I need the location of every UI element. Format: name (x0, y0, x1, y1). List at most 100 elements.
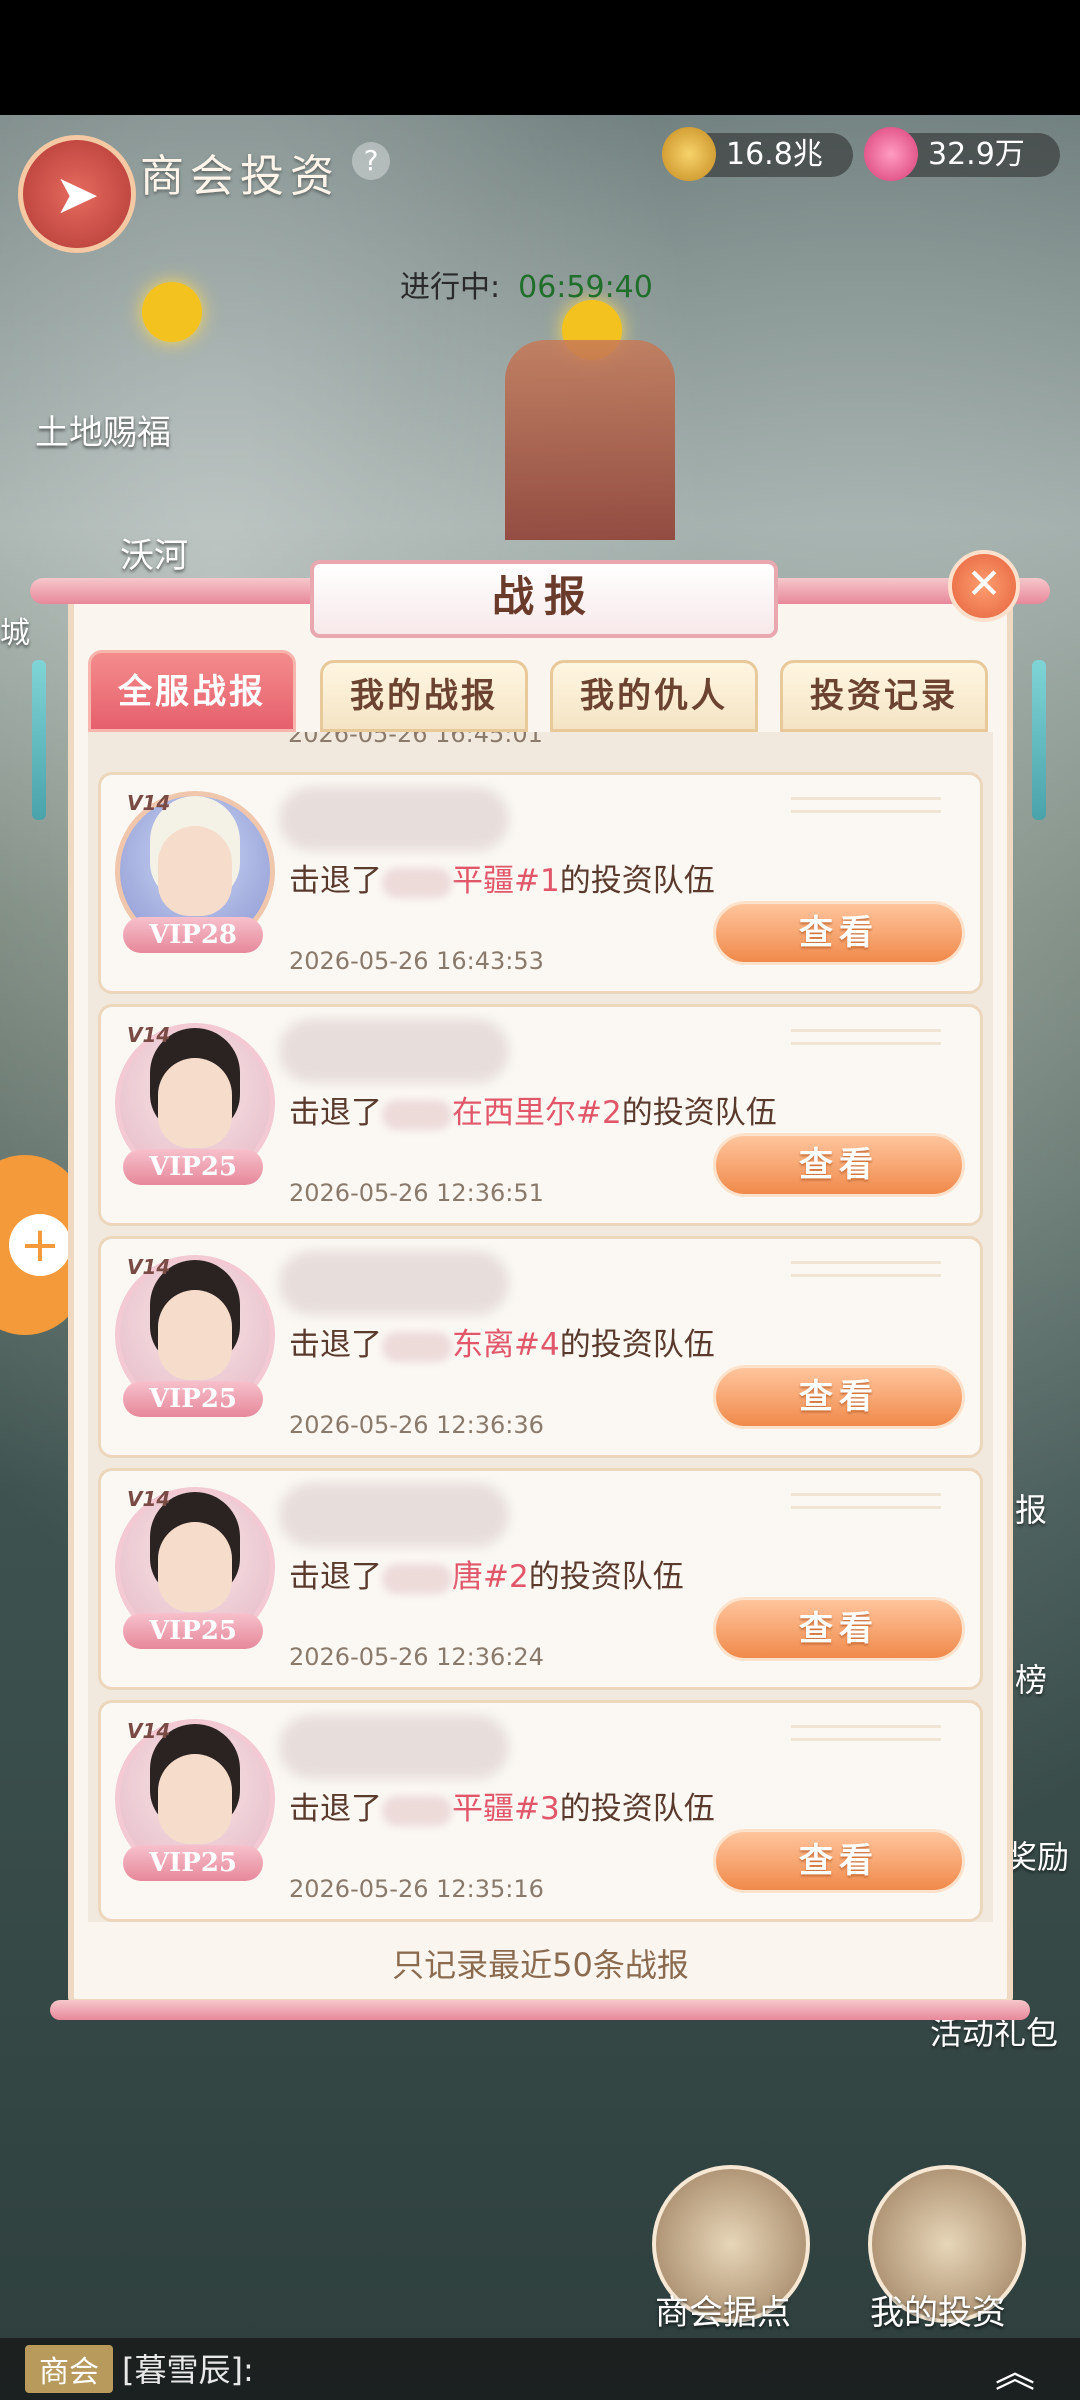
report-tabs: 全服战报 我的战报 我的仇人 投资记录 (88, 650, 993, 732)
redacted-name (382, 1099, 452, 1130)
message-prefix: 击退了 (289, 863, 382, 899)
report-card: V14 VIP25 击退了 平疆#3的投资队伍 2026-05-26 12:35:… (98, 1700, 983, 1922)
side-label-reward[interactable]: 奖励 (1005, 1832, 1069, 1878)
target-name: 平疆#3 (452, 1791, 560, 1827)
player-name-blurred (279, 1715, 509, 1779)
avatar-face (158, 1058, 232, 1148)
message-prefix: 击退了 (289, 1327, 382, 1363)
report-card: V14 VIP25 击退了 在西里尔#2的投资队伍 2026-05-26 12:3… (98, 1004, 983, 1226)
avatar-face (158, 1290, 232, 1380)
sun-icon (142, 282, 202, 342)
chat-message: [暮雪辰]: (122, 2351, 254, 2389)
message-suffix: 的投资队伍 (559, 863, 715, 899)
vip-badge: VIP25 (123, 1845, 263, 1881)
target-name: 东离#4 (452, 1327, 560, 1363)
decoration-line (791, 1725, 941, 1741)
list-footer-note: 只记录最近50条战报 (392, 1946, 689, 1984)
tassel-decoration (32, 660, 46, 820)
coin-value: 16.8兆 (726, 137, 823, 172)
view-button[interactable]: 查看 (713, 1133, 965, 1197)
countdown-timer: 06:59:40 (518, 270, 653, 305)
view-button[interactable]: 查看 (713, 901, 965, 965)
plus-icon: + (9, 1214, 71, 1276)
tab-investment-records[interactable]: 投资记录 (780, 660, 988, 732)
chat-channel-tag[interactable]: 商会 (25, 2345, 113, 2393)
redacted-name (382, 867, 452, 898)
tab-my-reports[interactable]: 我的战报 (320, 660, 528, 732)
back-arrow-icon[interactable]: ➤ (18, 135, 136, 253)
avatar-face (158, 826, 232, 916)
vip-badge: VIP25 (123, 1381, 263, 1417)
tab-my-enemies[interactable]: 我的仇人 (550, 660, 758, 732)
avatar-face (158, 1522, 232, 1612)
message-prefix: 击退了 (289, 1791, 382, 1827)
partial-time: 2026-05-26 16:45:01 (288, 732, 543, 748)
message-suffix: 的投资队伍 (621, 1095, 777, 1131)
player-name-blurred (279, 787, 509, 851)
chevron-up-icon[interactable]: ︽ (995, 2340, 1035, 2398)
report-time: 2026-05-26 12:36:24 (289, 1643, 544, 1671)
coin-icon (662, 127, 716, 181)
vip-level-tag: V14 (127, 791, 171, 815)
vip-level-tag: V14 (127, 1487, 171, 1511)
modal-title: 战报 (310, 560, 778, 638)
message-suffix: 的投资队伍 (559, 1327, 715, 1363)
help-icon[interactable]: ? (352, 142, 390, 180)
message-prefix: 击退了 (289, 1559, 382, 1595)
status-label: 进行中: 06:59:40 (400, 262, 653, 306)
decoration-line (791, 1261, 941, 1277)
decoration-line (791, 797, 941, 813)
scroll-rod-bottom (50, 2000, 1030, 2020)
report-card: V14 VIP25 击退了 东离#4的投资队伍 2026-05-26 12:36:… (98, 1236, 983, 1458)
gem-icon (864, 127, 918, 181)
target-name: 平疆#1 (452, 863, 560, 899)
report-list[interactable]: 2026-05-26 16:45:01 V14 VIP28 击退了 平疆#1的投资… (88, 732, 993, 1922)
side-label-bang[interactable]: 榜 (1015, 1655, 1047, 1701)
vip-badge: VIP25 (123, 1149, 263, 1185)
target-name: 唐#2 (452, 1559, 529, 1595)
report-message: 击退了 平疆#3的投资队伍 (289, 1783, 715, 1828)
report-time: 2026-05-26 16:43:53 (289, 947, 544, 975)
vip-level-tag: V14 (127, 1719, 171, 1743)
system-status-bar (0, 0, 1080, 115)
view-button[interactable]: 查看 (713, 1365, 965, 1429)
my-investment-label: 我的投资 (870, 2293, 1006, 2333)
report-card: V14 VIP25 击退了 唐#2的投资队伍 2026-05-26 12:36:2… (98, 1468, 983, 1690)
avatar-face (158, 1754, 232, 1844)
coin-counter[interactable]: 16.8兆 (662, 127, 853, 181)
report-message: 击退了 在西里尔#2的投资队伍 (289, 1087, 777, 1132)
message-suffix: 的投资队伍 (528, 1559, 684, 1595)
report-message: 击退了 平疆#1的投资队伍 (289, 855, 715, 900)
player-name-blurred (279, 1251, 509, 1315)
vip-badge: VIP25 (123, 1613, 263, 1649)
castle-building (505, 340, 675, 540)
redacted-name (382, 1563, 452, 1594)
report-time: 2026-05-26 12:36:36 (289, 1411, 544, 1439)
vip-level-tag: V14 (127, 1023, 171, 1047)
map-label-cheng: 城 (0, 616, 30, 651)
redacted-name (382, 1331, 452, 1362)
chamber-base-label: 商会据点 (655, 2293, 791, 2333)
tab-server-reports[interactable]: 全服战报 (88, 650, 296, 732)
report-card: V14 VIP28 击退了 平疆#1的投资队伍 2026-05-26 16:43:… (98, 772, 983, 994)
status-text: 进行中: (400, 270, 501, 305)
side-label-bao[interactable]: 报 (1015, 1485, 1047, 1531)
report-message: 击退了 东离#4的投资队伍 (289, 1319, 715, 1364)
player-name-blurred (279, 1483, 509, 1547)
report-time: 2026-05-26 12:36:51 (289, 1179, 544, 1207)
redacted-name (382, 1795, 452, 1826)
decoration-line (791, 1029, 941, 1045)
map-label-wohe[interactable]: 沃河 (120, 528, 188, 577)
view-button[interactable]: 查看 (713, 1597, 965, 1661)
view-button[interactable]: 查看 (713, 1829, 965, 1893)
vip-badge: VIP28 (123, 917, 263, 953)
gem-value: 32.9万 (928, 137, 1025, 172)
vip-level-tag: V14 (127, 1255, 171, 1279)
close-icon[interactable]: ✕ (948, 550, 1020, 622)
message-suffix: 的投资队伍 (559, 1791, 715, 1827)
page-title: 商会投资 (140, 151, 340, 202)
gem-counter[interactable]: 32.9万 (864, 127, 1060, 181)
map-label-tudi[interactable]: 土地赐福 (35, 405, 171, 454)
target-name: 在西里尔#2 (452, 1095, 622, 1131)
message-prefix: 击退了 (289, 1095, 382, 1131)
